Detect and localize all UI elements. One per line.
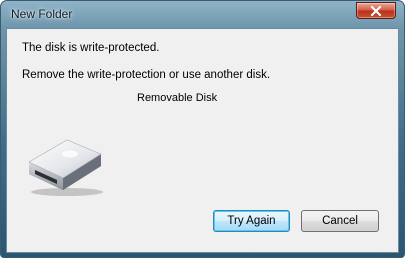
title-bar[interactable]: New Folder	[1, 1, 404, 28]
try-again-button[interactable]: Try Again	[213, 210, 290, 232]
close-icon	[370, 5, 382, 16]
device-label: Removable Disk	[137, 92, 218, 104]
cancel-button[interactable]: Cancel	[301, 210, 379, 232]
window-title: New Folder	[11, 7, 73, 21]
removable-disk-icon	[28, 139, 103, 196]
message-secondary: Remove the write-protection or use anoth…	[22, 69, 271, 81]
dialog-window: New Folder The disk is write-protected. …	[0, 0, 405, 258]
message-primary: The disk is write-protected.	[22, 42, 160, 54]
dialog-body: The disk is write-protected. Remove the …	[6, 28, 399, 253]
close-button[interactable]	[356, 2, 396, 19]
